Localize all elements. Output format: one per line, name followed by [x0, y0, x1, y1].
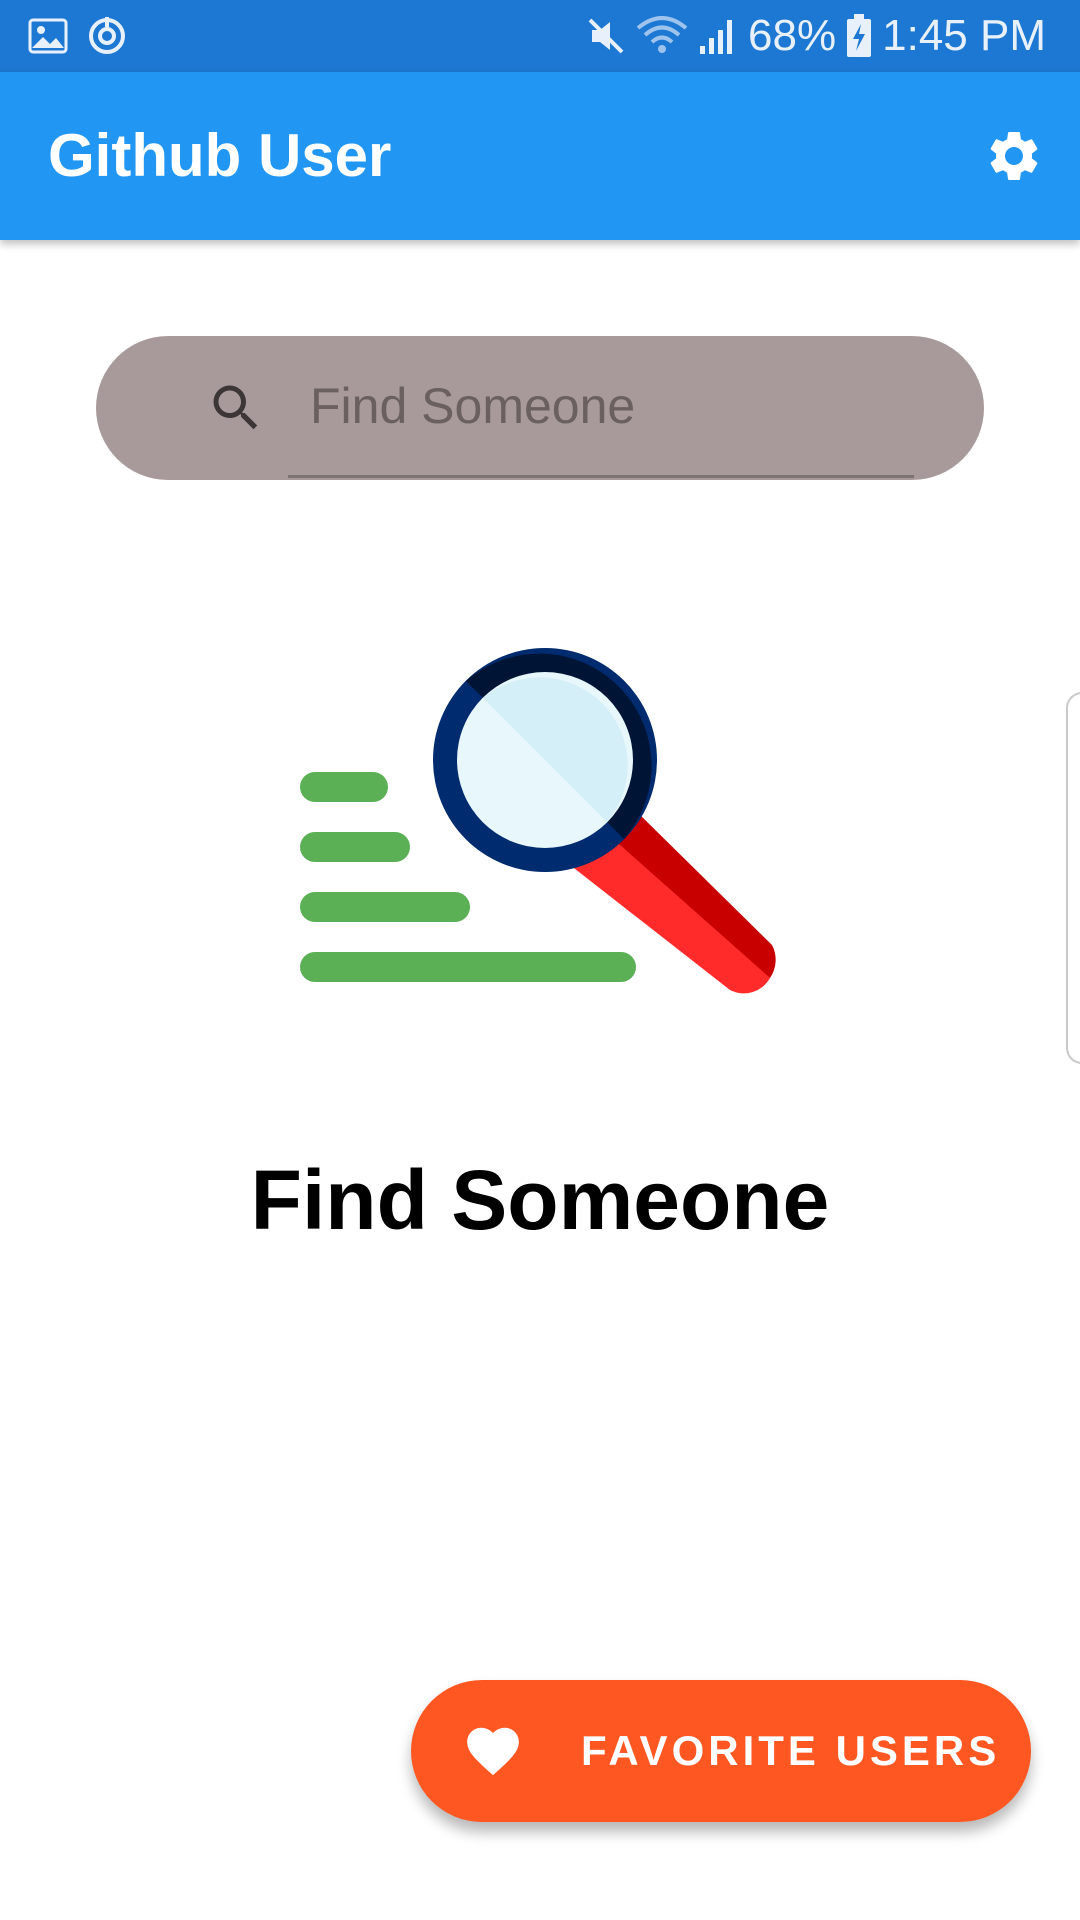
text-line-4 [300, 952, 636, 982]
app-bar: Github User [0, 72, 1080, 240]
text-line-2 [300, 832, 410, 862]
magnifier-illustration [300, 648, 776, 994]
status-right: 68% 1:45 PM [586, 0, 1046, 72]
sync-icon [89, 17, 125, 54]
text-line-3 [300, 892, 470, 922]
status-time: 1:45 PM [882, 11, 1046, 60]
search-input[interactable] [286, 360, 906, 452]
text-line-1 [300, 772, 388, 802]
mute-icon [588, 18, 624, 54]
app-title: Github User [48, 122, 392, 189]
wifi-icon [636, 16, 688, 53]
battery-charging-icon [847, 14, 872, 57]
settings-button[interactable] [978, 120, 1050, 192]
heart-icon [467, 1727, 519, 1776]
search-underline [288, 475, 914, 478]
gear-icon [990, 132, 1038, 180]
empty-state-title: Find Someone [250, 1153, 830, 1247]
edge-panel-handle[interactable] [1066, 692, 1080, 1064]
screen: 68% 1:45 PM Github User Find Someone Fin… [0, 0, 1080, 1920]
favorite-users-button[interactable]: FAVORITE USERS [411, 1680, 1031, 1822]
status-left [28, 0, 128, 72]
search-icon [213, 385, 258, 430]
signal-icon [700, 20, 733, 54]
battery-percent: 68% [748, 11, 837, 60]
gallery-icon [28, 18, 68, 54]
status-bar: 68% 1:45 PM [0, 0, 1080, 72]
search-box[interactable] [96, 336, 984, 480]
favorite-users-label: FAVORITE USERS [581, 1727, 1001, 1774]
